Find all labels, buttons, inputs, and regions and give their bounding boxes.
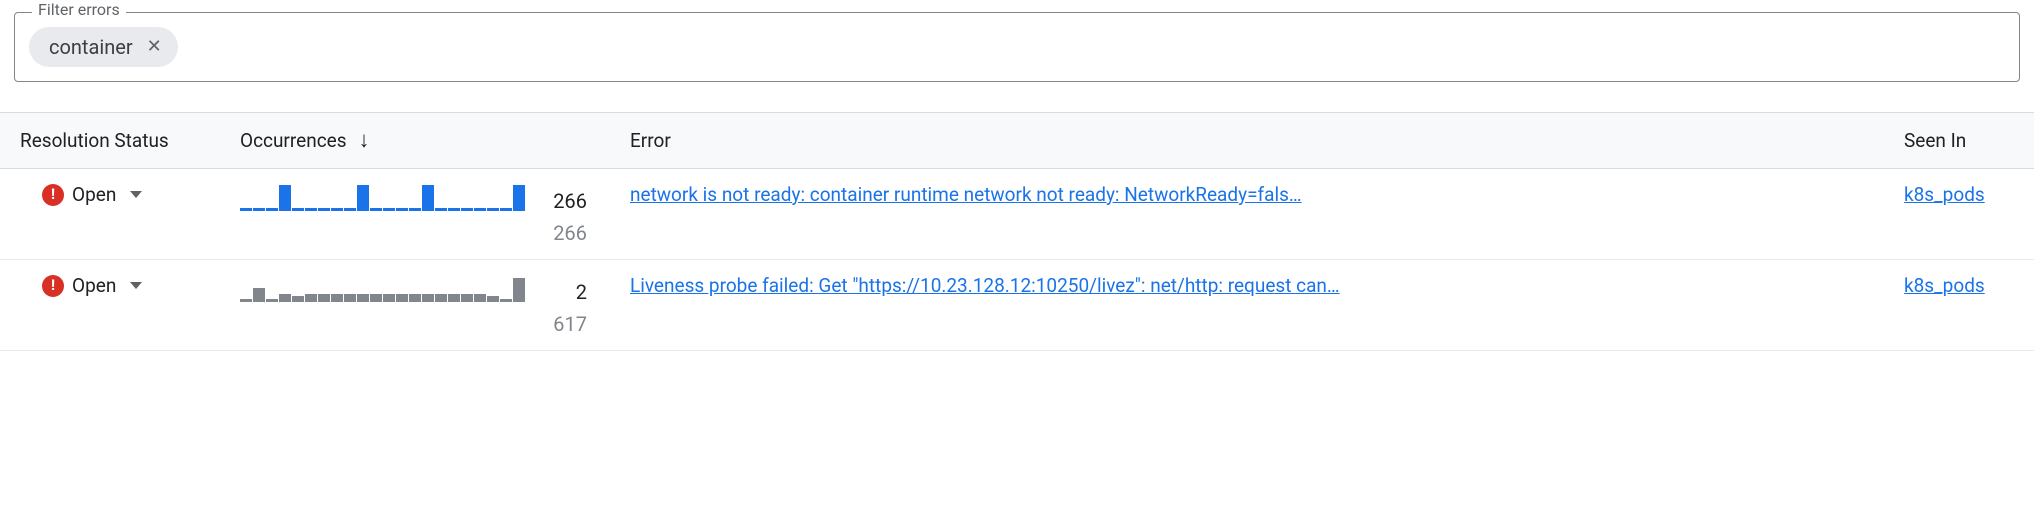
sparkline-bar (435, 208, 447, 211)
sparkline-bar (435, 294, 447, 302)
sparkline-bar (331, 294, 343, 302)
sparkline-bar (253, 288, 265, 302)
sparkline-bar (357, 294, 369, 302)
filter-chip[interactable]: container ✕ (29, 27, 178, 67)
filter-legend: Filter errors (32, 0, 126, 19)
table-row: ! Open 266 266 network is not ready: contain… (0, 169, 2034, 260)
error-message-link[interactable]: network is not ready: container runtime … (630, 183, 1302, 206)
sparkline-bar (344, 294, 356, 302)
errors-table: Resolution Status Occurrences ↓ Error Se… (0, 112, 2034, 351)
sparkline-bar (487, 208, 499, 211)
chevron-down-icon (130, 282, 142, 289)
sparkline-bar (513, 278, 525, 302)
seen-in-link[interactable]: k8s_pods (1904, 274, 1985, 297)
sparkline-bar (292, 296, 304, 302)
sparkline-bar (344, 208, 356, 211)
sparkline-bar (448, 208, 460, 211)
sparkline-bar (305, 208, 317, 211)
sparkline-bar (370, 294, 382, 302)
sparkline-bar (292, 208, 304, 211)
sparkline-bar (383, 294, 395, 302)
sparkline (240, 183, 525, 213)
sparkline-bar (305, 294, 317, 302)
sparkline-bar (370, 208, 382, 211)
sparkline-bar (448, 294, 460, 302)
filter-chip-label: container (49, 35, 133, 59)
sparkline-bar (487, 296, 499, 302)
error-icon: ! (42, 184, 64, 206)
sparkline-bar (240, 299, 252, 302)
column-header-occurrences-label: Occurrences (240, 129, 347, 152)
error-icon: ! (42, 275, 64, 297)
sparkline-bar (331, 208, 343, 211)
filter-input[interactable]: container ✕ (14, 12, 2020, 82)
chevron-down-icon (130, 191, 142, 198)
sparkline-bar (409, 208, 421, 211)
occurrence-subcount: 617 (553, 312, 587, 336)
sparkline-bar (266, 208, 278, 211)
sparkline-bar (461, 294, 473, 302)
sparkline (240, 274, 525, 304)
sparkline-bar (318, 294, 330, 302)
sparkline-bar (383, 208, 395, 211)
status-label: Open (72, 183, 116, 206)
occurrence-subcount: 266 (553, 221, 587, 245)
occurrence-count: 2 (539, 280, 587, 304)
sparkline-bar (396, 208, 408, 211)
table-row: ! Open 2 617 Liveness probe failed: Get "htt… (0, 260, 2034, 351)
sparkline-bar (474, 294, 486, 302)
error-message-link[interactable]: Liveness probe failed: Get "https://10.2… (630, 274, 1340, 297)
sparkline-bar (409, 294, 421, 302)
sparkline-bar (461, 208, 473, 211)
sparkline-bar (279, 185, 291, 211)
close-icon[interactable]: ✕ (147, 38, 162, 56)
sparkline-bar (396, 294, 408, 302)
occurrence-count: 266 (539, 189, 587, 213)
filter-errors-fieldset: Filter errors container ✕ (14, 12, 2020, 82)
sparkline-bar (513, 185, 525, 211)
sparkline-bar (357, 185, 369, 211)
sparkline-bar (253, 208, 265, 211)
sparkline-bar (318, 208, 330, 211)
resolution-status-dropdown[interactable]: ! Open (20, 274, 200, 297)
column-header-occurrences[interactable]: Occurrences ↓ (220, 113, 610, 169)
column-header-seen-in[interactable]: Seen In (1884, 113, 2034, 169)
sparkline-bar (266, 299, 278, 302)
seen-in-link[interactable]: k8s_pods (1904, 183, 1985, 206)
column-header-error[interactable]: Error (610, 113, 1884, 169)
arrow-down-icon: ↓ (359, 130, 370, 152)
sparkline-bar (500, 208, 512, 211)
sparkline-bar (240, 208, 252, 211)
sparkline-bar (422, 294, 434, 302)
column-header-resolution-status[interactable]: Resolution Status (0, 113, 220, 169)
sparkline-bar (474, 208, 486, 211)
sparkline-bar (500, 299, 512, 302)
resolution-status-dropdown[interactable]: ! Open (20, 183, 200, 206)
sparkline-bar (279, 294, 291, 302)
sparkline-bar (422, 185, 434, 211)
status-label: Open (72, 274, 116, 297)
